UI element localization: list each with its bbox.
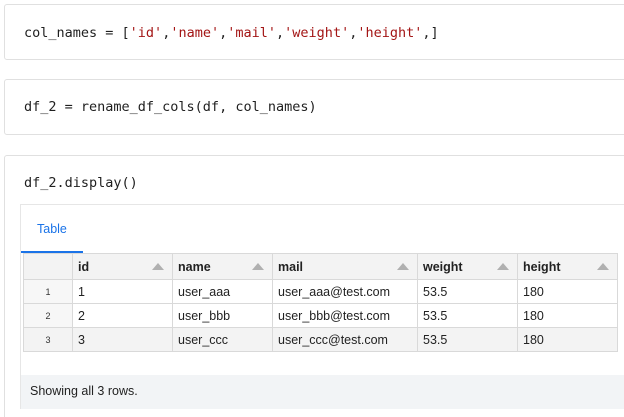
code-line-rename[interactable]: df_2 = rename_df_cols(df, col_names) (24, 99, 317, 115)
table-row: 1 1 user_aaa user_aaa@test.com 53.5 180 (23, 279, 618, 304)
table-cell: 180 (517, 327, 618, 352)
table-cell: 1 (72, 279, 173, 304)
row-index: 1 (23, 279, 73, 304)
tab-table[interactable]: Table (21, 205, 83, 253)
sort-icon[interactable] (152, 263, 164, 270)
column-header-id[interactable]: id (72, 253, 173, 280)
sort-icon[interactable] (497, 263, 509, 270)
sort-icon[interactable] (252, 263, 264, 270)
index-header (23, 253, 73, 280)
table-row: 3 3 user_ccc user_ccc@test.com 53.5 180 (23, 327, 618, 352)
table-cell: user_bbb@test.com (272, 303, 418, 328)
sort-icon[interactable] (397, 263, 409, 270)
code-token: , (276, 25, 285, 41)
column-header-label: height (523, 259, 561, 274)
row-index: 2 (23, 303, 73, 328)
table-cell: 2 (72, 303, 173, 328)
column-header-label: id (78, 259, 90, 274)
table-cell: 180 (517, 303, 618, 328)
column-header-name[interactable]: name (172, 253, 273, 280)
table-row: 2 2 user_bbb user_bbb@test.com 53.5 180 (23, 303, 618, 328)
code-line-col-names[interactable]: col_names = ['id','name','mail','weight'… (24, 25, 439, 41)
table-cell: user_ccc (172, 327, 273, 352)
table-cell: user_bbb (172, 303, 273, 328)
table-footer: Showing all 3 rows. (21, 375, 624, 409)
string-literal: 'name' (170, 25, 220, 41)
table-cell: user_ccc@test.com (272, 327, 418, 352)
code-token: col_names = [ (24, 25, 130, 41)
column-header-label: name (178, 259, 211, 274)
code-line-display[interactable]: df_2.display() (24, 175, 138, 191)
table-header-row: id name mail weight height (23, 253, 618, 280)
column-header-mail[interactable]: mail (272, 253, 418, 280)
code-cell-1[interactable]: col_names = ['id','name','mail','weight'… (4, 4, 624, 60)
string-literal: 'mail' (227, 25, 277, 41)
row-count-text: Showing all 3 rows. (30, 384, 138, 398)
table-cell: 53.5 (417, 327, 518, 352)
row-index: 3 (23, 327, 73, 352)
column-header-weight[interactable]: weight (417, 253, 518, 280)
table-cell: 53.5 (417, 279, 518, 304)
table-cell: user_aaa (172, 279, 273, 304)
string-literal: 'id' (129, 25, 163, 41)
result-table: id name mail weight height 1 1 user_aaa … (23, 253, 618, 352)
table-cell: 180 (517, 279, 618, 304)
table-cell: 3 (72, 327, 173, 352)
string-literal: 'height' (357, 25, 423, 41)
table-cell: 53.5 (417, 303, 518, 328)
table-cell: user_aaa@test.com (272, 279, 418, 304)
string-literal: 'weight' (284, 25, 350, 41)
tab-table-label: Table (37, 222, 67, 236)
column-header-label: mail (278, 259, 304, 274)
code-cell-3[interactable]: df_2.display() Table id name mail weight… (4, 155, 624, 417)
code-cell-2[interactable]: df_2 = rename_df_cols(df, col_names) (4, 79, 624, 135)
display-output: Table id name mail weight height 1 1 use… (20, 204, 624, 409)
column-header-label: weight (423, 259, 463, 274)
sort-icon[interactable] (597, 263, 609, 270)
code-token: ,] (422, 25, 439, 41)
column-header-height[interactable]: height (517, 253, 618, 280)
